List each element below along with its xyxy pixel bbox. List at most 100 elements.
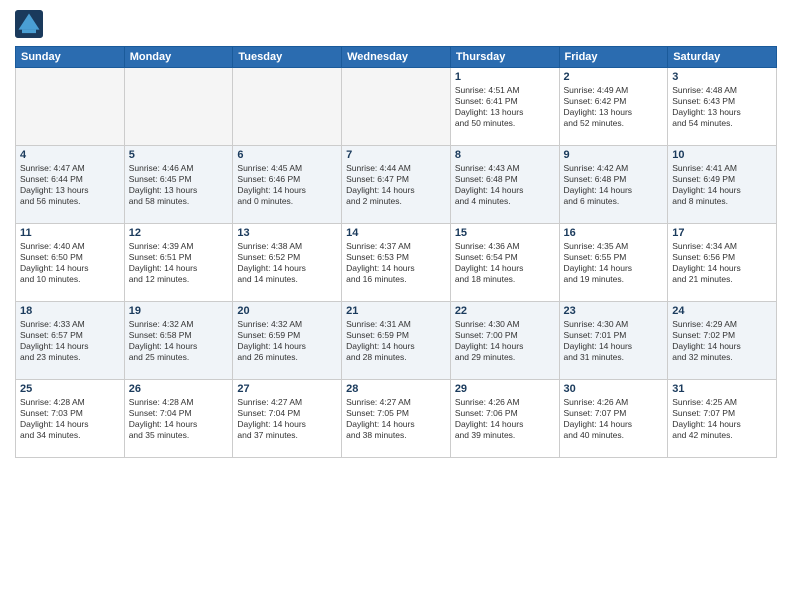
day-number: 31	[672, 383, 772, 395]
calendar-cell: 24 Sunrise: 4:29 AMSunset: 7:02 PMDayligh…	[668, 302, 777, 380]
calendar-cell	[233, 68, 342, 146]
day-info: Sunrise: 4:47 AMSunset: 6:44 PMDaylight:…	[20, 163, 120, 207]
calendar-cell	[16, 68, 125, 146]
day-number: 10	[672, 149, 772, 161]
day-number: 11	[20, 227, 120, 239]
calendar-cell: 21 Sunrise: 4:31 AMSunset: 6:59 PMDayligh…	[342, 302, 451, 380]
day-number: 9	[564, 149, 664, 161]
day-number: 13	[237, 227, 337, 239]
day-number: 1	[455, 71, 555, 83]
calendar-row-5: 25Sunrise: 4:28 AMSunset: 7:03 PMDayligh…	[16, 380, 777, 458]
day-number: 25	[20, 383, 120, 395]
calendar-cell: 25Sunrise: 4:28 AMSunset: 7:03 PMDayligh…	[16, 380, 125, 458]
day-number: 26	[129, 383, 229, 395]
day-info: Sunrise: 4:30 AMSunset: 7:00 PMDaylight:…	[455, 319, 555, 363]
calendar-cell: 8 Sunrise: 4:43 AMSunset: 6:48 PMDaylight…	[450, 146, 559, 224]
day-number: 21	[346, 305, 446, 317]
day-info: Sunrise: 4:48 AMSunset: 6:43 PMDaylight:…	[672, 85, 772, 129]
weekday-header-friday: Friday	[559, 47, 668, 68]
day-info: Sunrise: 4:34 AMSunset: 6:56 PMDaylight:…	[672, 241, 772, 285]
calendar-cell: 18Sunrise: 4:33 AMSunset: 6:57 PMDayligh…	[16, 302, 125, 380]
day-info: Sunrise: 4:46 AMSunset: 6:45 PMDaylight:…	[129, 163, 229, 207]
calendar-cell: 1 Sunrise: 4:51 AMSunset: 6:41 PMDaylight…	[450, 68, 559, 146]
calendar-cell: 13 Sunrise: 4:38 AMSunset: 6:52 PMDayligh…	[233, 224, 342, 302]
day-info: Sunrise: 4:40 AMSunset: 6:50 PMDaylight:…	[20, 241, 120, 285]
day-info: Sunrise: 4:45 AMSunset: 6:46 PMDaylight:…	[237, 163, 337, 207]
day-info: Sunrise: 4:39 AMSunset: 6:51 PMDaylight:…	[129, 241, 229, 285]
calendar-cell	[342, 68, 451, 146]
day-number: 6	[237, 149, 337, 161]
day-number: 12	[129, 227, 229, 239]
day-info: Sunrise: 4:32 AMSunset: 6:59 PMDaylight:…	[237, 319, 337, 363]
day-info: Sunrise: 4:31 AMSunset: 6:59 PMDaylight:…	[346, 319, 446, 363]
calendar-cell: 9 Sunrise: 4:42 AMSunset: 6:48 PMDaylight…	[559, 146, 668, 224]
day-info: Sunrise: 4:30 AMSunset: 7:01 PMDaylight:…	[564, 319, 664, 363]
day-number: 29	[455, 383, 555, 395]
day-number: 19	[129, 305, 229, 317]
day-number: 5	[129, 149, 229, 161]
day-number: 7	[346, 149, 446, 161]
day-number: 8	[455, 149, 555, 161]
calendar-cell: 5 Sunrise: 4:46 AMSunset: 6:45 PMDaylight…	[124, 146, 233, 224]
calendar-cell: 3 Sunrise: 4:48 AMSunset: 6:43 PMDaylight…	[668, 68, 777, 146]
day-info: Sunrise: 4:43 AMSunset: 6:48 PMDaylight:…	[455, 163, 555, 207]
calendar-cell: 23 Sunrise: 4:30 AMSunset: 7:01 PMDayligh…	[559, 302, 668, 380]
calendar-cell: 22 Sunrise: 4:30 AMSunset: 7:00 PMDayligh…	[450, 302, 559, 380]
calendar: SundayMondayTuesdayWednesdayThursdayFrid…	[15, 46, 777, 458]
day-number: 15	[455, 227, 555, 239]
day-number: 14	[346, 227, 446, 239]
day-info: Sunrise: 4:41 AMSunset: 6:49 PMDaylight:…	[672, 163, 772, 207]
calendar-row-2: 4 Sunrise: 4:47 AMSunset: 6:44 PMDaylight…	[16, 146, 777, 224]
day-number: 22	[455, 305, 555, 317]
day-info: Sunrise: 4:25 AMSunset: 7:07 PMDaylight:…	[672, 397, 772, 441]
weekday-header-monday: Monday	[124, 47, 233, 68]
day-info: Sunrise: 4:28 AMSunset: 7:04 PMDaylight:…	[129, 397, 229, 441]
day-number: 4	[20, 149, 120, 161]
day-info: Sunrise: 4:32 AMSunset: 6:58 PMDaylight:…	[129, 319, 229, 363]
weekday-header-saturday: Saturday	[668, 47, 777, 68]
calendar-cell: 31 Sunrise: 4:25 AMSunset: 7:07 PMDayligh…	[668, 380, 777, 458]
day-info: Sunrise: 4:26 AMSunset: 7:06 PMDaylight:…	[455, 397, 555, 441]
day-number: 30	[564, 383, 664, 395]
logo	[15, 10, 45, 38]
day-info: Sunrise: 4:27 AMSunset: 7:04 PMDaylight:…	[237, 397, 337, 441]
day-info: Sunrise: 4:27 AMSunset: 7:05 PMDaylight:…	[346, 397, 446, 441]
calendar-row-3: 11 Sunrise: 4:40 AMSunset: 6:50 PMDayligh…	[16, 224, 777, 302]
calendar-cell: 12 Sunrise: 4:39 AMSunset: 6:51 PMDayligh…	[124, 224, 233, 302]
day-info: Sunrise: 4:49 AMSunset: 6:42 PMDaylight:…	[564, 85, 664, 129]
logo-icon	[15, 10, 43, 38]
header	[15, 10, 777, 38]
day-number: 3	[672, 71, 772, 83]
calendar-cell: 17 Sunrise: 4:34 AMSunset: 6:56 PMDayligh…	[668, 224, 777, 302]
day-info: Sunrise: 4:36 AMSunset: 6:54 PMDaylight:…	[455, 241, 555, 285]
day-number: 17	[672, 227, 772, 239]
calendar-cell: 10 Sunrise: 4:41 AMSunset: 6:49 PMDayligh…	[668, 146, 777, 224]
day-info: Sunrise: 4:33 AMSunset: 6:57 PMDaylight:…	[20, 319, 120, 363]
day-info: Sunrise: 4:51 AMSunset: 6:41 PMDaylight:…	[455, 85, 555, 129]
weekday-header-thursday: Thursday	[450, 47, 559, 68]
day-number: 20	[237, 305, 337, 317]
day-info: Sunrise: 4:38 AMSunset: 6:52 PMDaylight:…	[237, 241, 337, 285]
calendar-cell: 4 Sunrise: 4:47 AMSunset: 6:44 PMDaylight…	[16, 146, 125, 224]
day-number: 16	[564, 227, 664, 239]
day-number: 23	[564, 305, 664, 317]
calendar-cell: 11 Sunrise: 4:40 AMSunset: 6:50 PMDayligh…	[16, 224, 125, 302]
calendar-cell: 6 Sunrise: 4:45 AMSunset: 6:46 PMDaylight…	[233, 146, 342, 224]
calendar-cell: 26 Sunrise: 4:28 AMSunset: 7:04 PMDayligh…	[124, 380, 233, 458]
day-info: Sunrise: 4:42 AMSunset: 6:48 PMDaylight:…	[564, 163, 664, 207]
day-number: 2	[564, 71, 664, 83]
weekday-header-wednesday: Wednesday	[342, 47, 451, 68]
calendar-cell: 27 Sunrise: 4:27 AMSunset: 7:04 PMDayligh…	[233, 380, 342, 458]
calendar-cell: 7Sunrise: 4:44 AMSunset: 6:47 PMDaylight…	[342, 146, 451, 224]
calendar-row-4: 18Sunrise: 4:33 AMSunset: 6:57 PMDayligh…	[16, 302, 777, 380]
day-info: Sunrise: 4:35 AMSunset: 6:55 PMDaylight:…	[564, 241, 664, 285]
calendar-row-1: 1 Sunrise: 4:51 AMSunset: 6:41 PMDaylight…	[16, 68, 777, 146]
calendar-cell: 29 Sunrise: 4:26 AMSunset: 7:06 PMDayligh…	[450, 380, 559, 458]
day-number: 27	[237, 383, 337, 395]
day-info: Sunrise: 4:26 AMSunset: 7:07 PMDaylight:…	[564, 397, 664, 441]
calendar-cell: 14Sunrise: 4:37 AMSunset: 6:53 PMDayligh…	[342, 224, 451, 302]
day-info: Sunrise: 4:29 AMSunset: 7:02 PMDaylight:…	[672, 319, 772, 363]
page: SundayMondayTuesdayWednesdayThursdayFrid…	[0, 0, 792, 612]
day-number: 24	[672, 305, 772, 317]
weekday-header-row: SundayMondayTuesdayWednesdayThursdayFrid…	[16, 47, 777, 68]
